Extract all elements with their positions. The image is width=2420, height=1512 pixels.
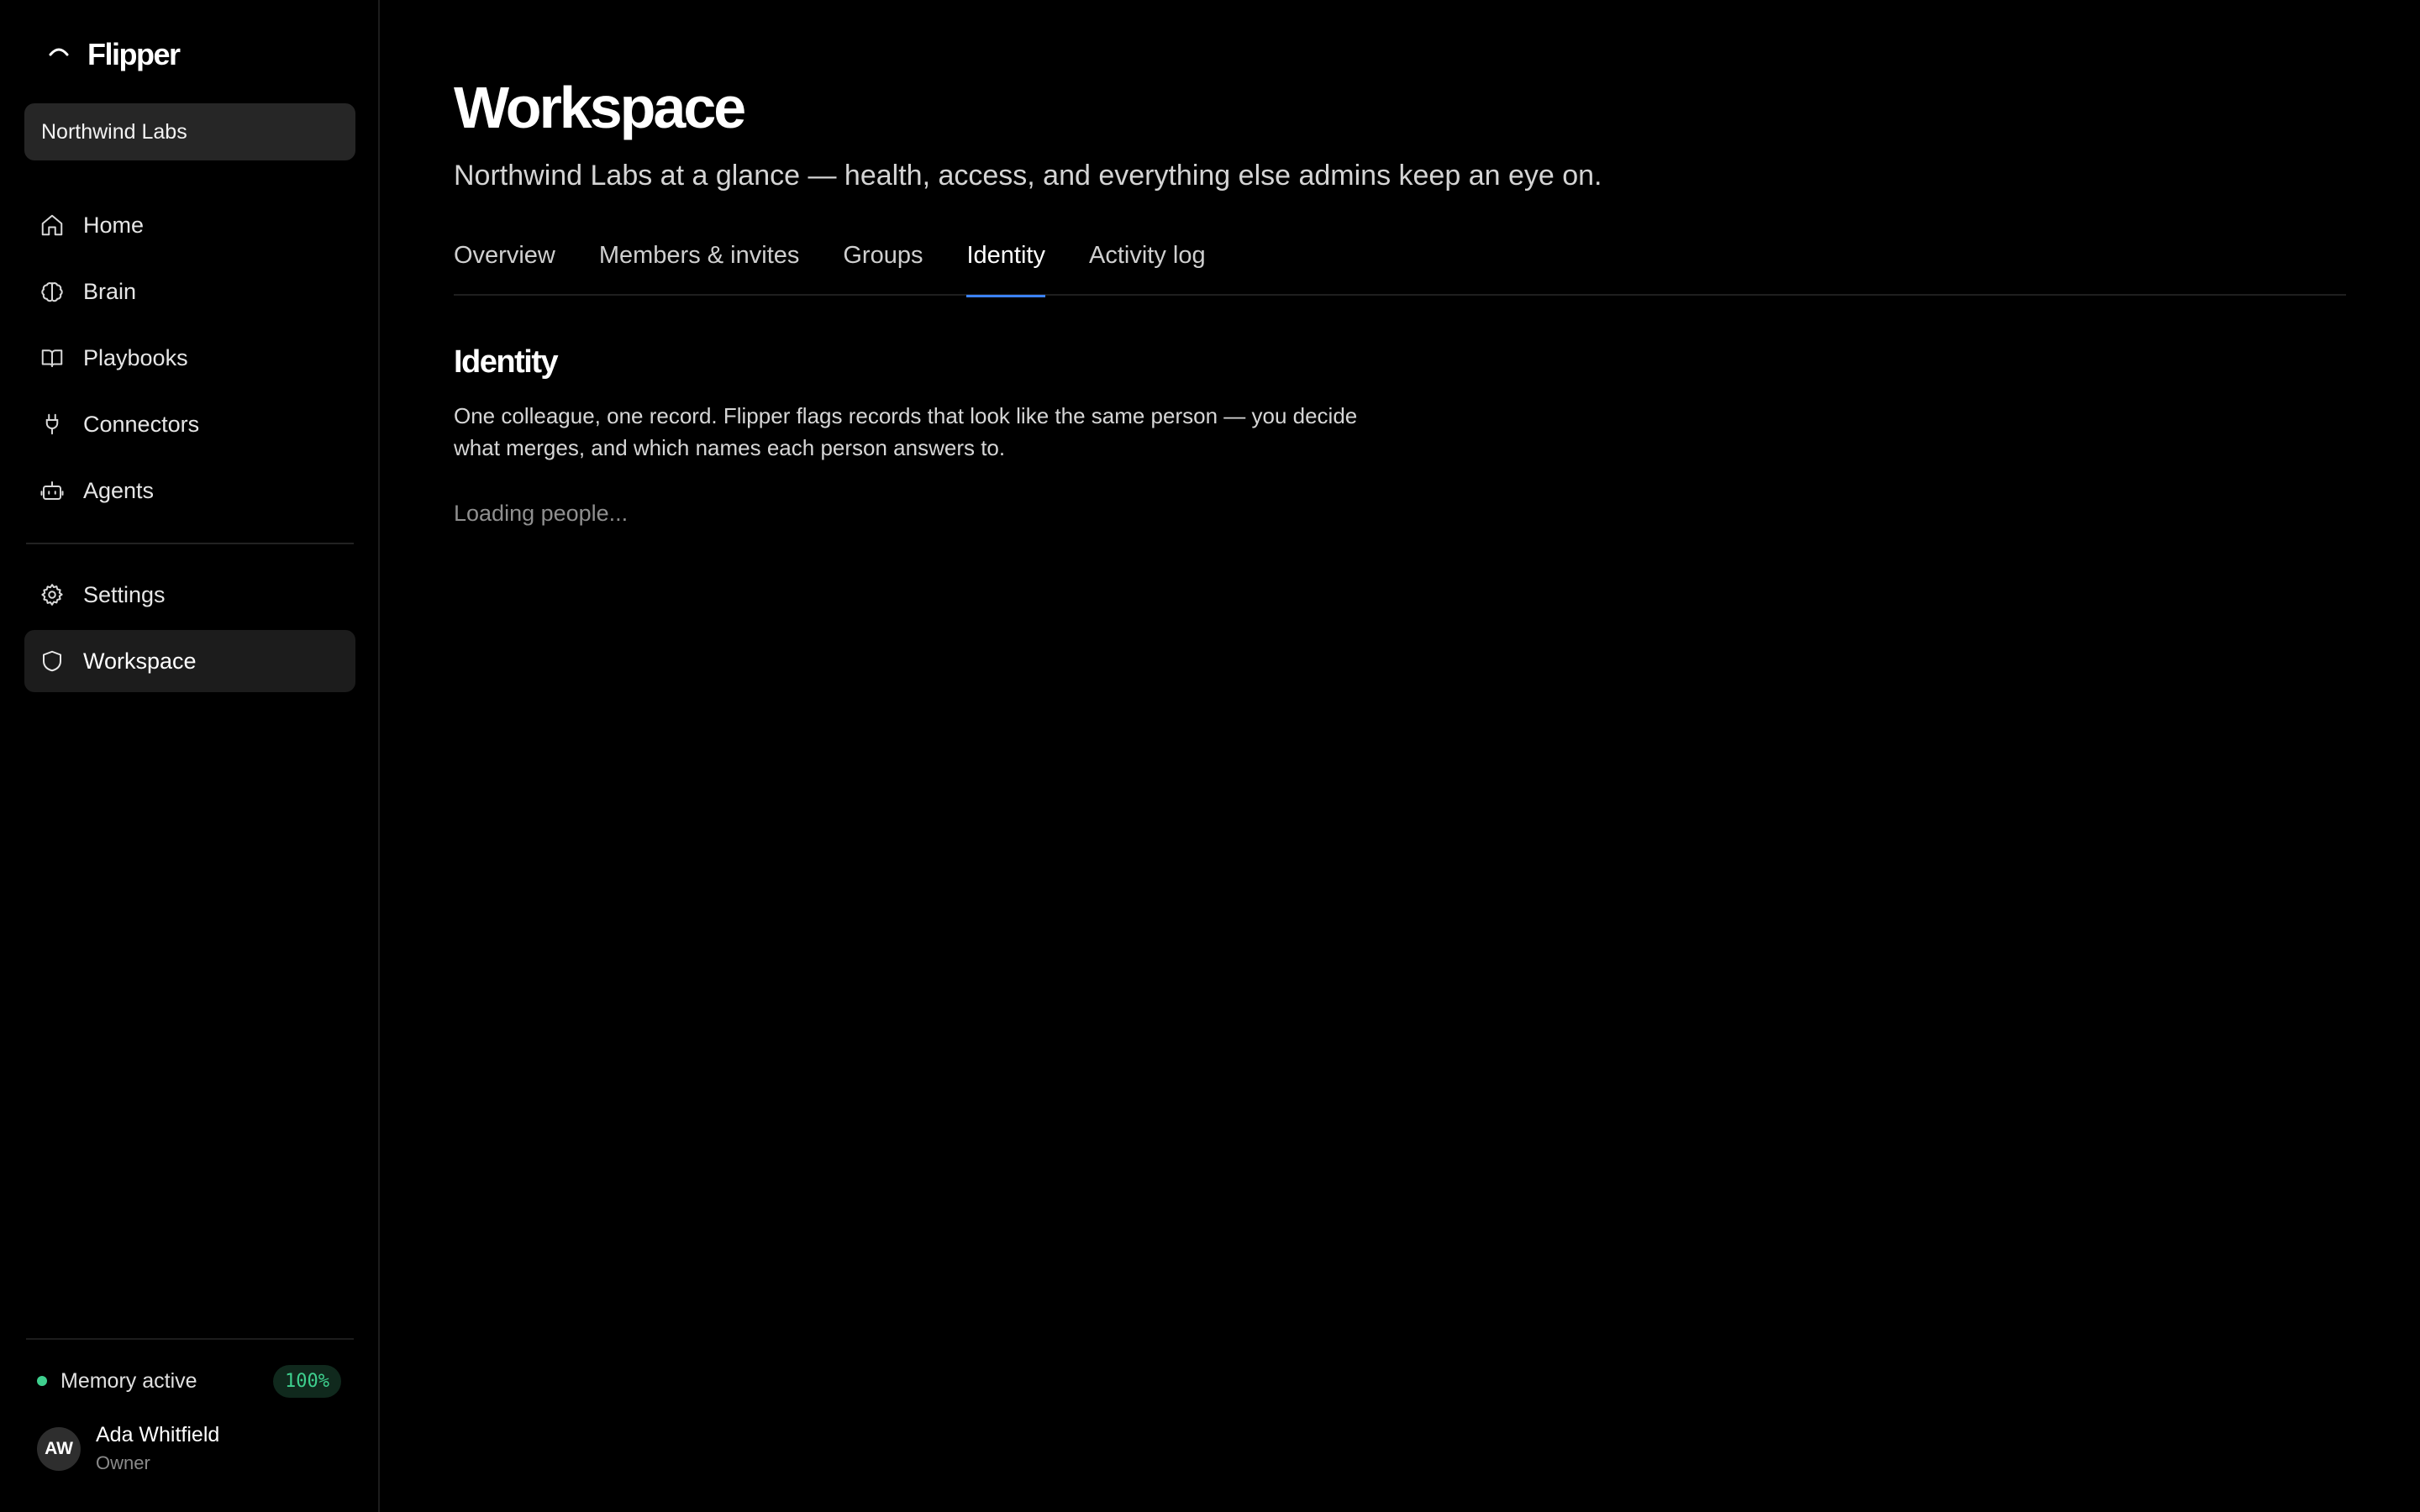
sidebar-item-settings[interactable]: Settings xyxy=(24,564,355,626)
memory-label: Memory active xyxy=(60,1368,197,1393)
section-description: One colleague, one record. Flipper flags… xyxy=(454,403,1358,460)
section-title: Identity xyxy=(454,344,559,380)
gear-icon xyxy=(41,584,63,606)
sidebar-item-label: Home xyxy=(83,212,145,238)
loading-text: Loading people... xyxy=(454,501,629,526)
home-icon xyxy=(41,214,63,236)
org-switcher[interactable]: Northwind Labs xyxy=(24,103,355,160)
page-subtitle: Northwind Labs at a glance — health, acc… xyxy=(454,160,1602,192)
user-profile[interactable]: AW Ada Whitfield Owner xyxy=(37,1423,219,1474)
brand[interactable]: Flipper xyxy=(42,34,181,76)
sidebar-item-label: Agents xyxy=(83,477,155,503)
sidebar-item-brain[interactable]: Brain xyxy=(24,260,355,323)
sidebar-item-home[interactable]: Home xyxy=(24,194,355,256)
sidebar-item-label: Playbooks xyxy=(83,344,188,370)
sidebar-item-agents[interactable]: Agents xyxy=(24,459,355,522)
sidebar: Flipper Northwind Labs Home Brain Playbo… xyxy=(0,0,380,1512)
sidebar-item-connectors[interactable]: Connectors xyxy=(24,393,355,455)
secondary-nav: Settings Workspace xyxy=(24,564,355,696)
sidebar-item-playbooks[interactable]: Playbooks xyxy=(24,327,355,389)
avatar: AW xyxy=(37,1426,81,1471)
tab-identity[interactable]: Identity xyxy=(966,232,1045,297)
plug-icon xyxy=(45,413,59,435)
org-name: Northwind Labs xyxy=(41,119,187,144)
book-icon xyxy=(41,349,63,367)
sidebar-item-label: Connectors xyxy=(83,411,200,437)
app-name: Flipper xyxy=(87,37,181,71)
primary-nav: Home Brain Playbooks Connectors Agents xyxy=(24,194,355,526)
sidebar-item-label: Workspace xyxy=(83,648,197,674)
shield-icon xyxy=(43,650,61,672)
tab-members-invites[interactable]: Members & invites xyxy=(599,232,800,296)
sidebar-item-label: Settings xyxy=(83,581,166,607)
tab-activity-log[interactable]: Activity log xyxy=(1089,232,1206,296)
tab-overview[interactable]: Overview xyxy=(454,232,555,296)
nav-divider xyxy=(26,543,354,544)
tab-groups[interactable]: Groups xyxy=(843,232,923,296)
user-name: Ada Whitfield xyxy=(96,1423,220,1446)
main-content: Workspace Northwind Labs at a glance — h… xyxy=(454,0,2346,1512)
sidebar-item-label: Brain xyxy=(83,278,137,304)
memory-status: Memory active 100% xyxy=(37,1362,341,1399)
tab-bar: Overview Members & invites Groups Identi… xyxy=(454,232,2346,297)
robot-icon xyxy=(40,481,64,500)
brain-icon xyxy=(41,282,63,302)
footer-divider xyxy=(26,1338,354,1340)
sidebar-item-workspace[interactable]: Workspace xyxy=(24,630,355,692)
page-title: Workspace xyxy=(454,75,746,140)
user-role: Owner xyxy=(96,1452,150,1473)
status-dot-icon xyxy=(37,1376,47,1386)
memory-percent-badge: 100% xyxy=(273,1364,341,1398)
flipper-logo-icon xyxy=(49,48,69,56)
